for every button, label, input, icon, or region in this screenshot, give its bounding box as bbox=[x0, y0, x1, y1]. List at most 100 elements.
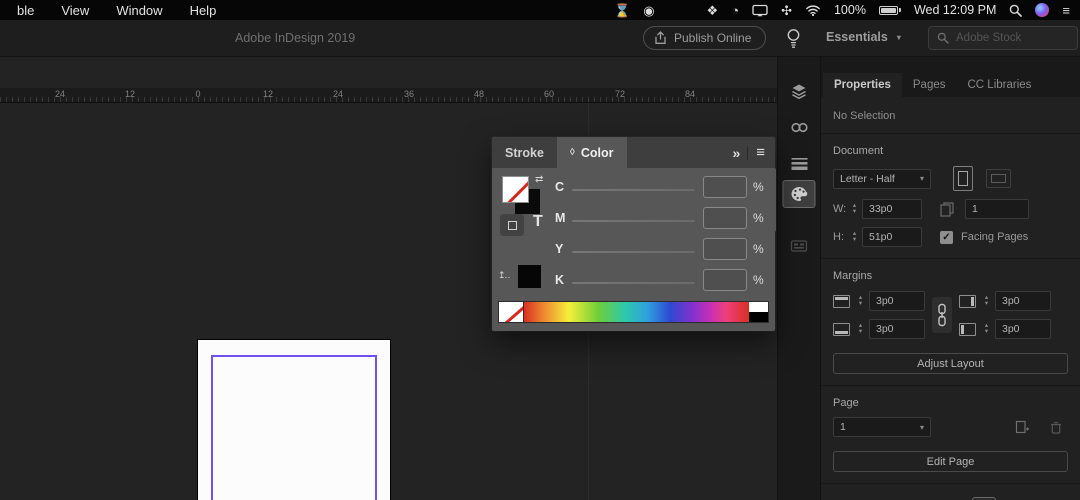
lightbulb-icon[interactable] bbox=[786, 27, 801, 49]
pages-panel-icon[interactable] bbox=[783, 77, 816, 105]
margins-right-column: ▴▾ ▴▾ bbox=[959, 291, 1051, 339]
width-stepper[interactable]: ▴▾ bbox=[849, 199, 860, 219]
top-margin-input[interactable] bbox=[869, 291, 925, 311]
spectrum-ramp[interactable] bbox=[524, 301, 749, 323]
sync-icon[interactable]: ◔ bbox=[731, 4, 739, 17]
white-black-swatches[interactable] bbox=[749, 301, 769, 323]
yellow-slider[interactable] bbox=[572, 251, 695, 253]
bottom-margin-stepper[interactable]: ▴▾ bbox=[855, 319, 866, 339]
page-count-group bbox=[940, 199, 1029, 219]
menu-item-help[interactable]: Help bbox=[190, 3, 217, 18]
step-down-icon[interactable]: ▾ bbox=[859, 301, 862, 307]
collapse-panel-icon[interactable]: » bbox=[732, 145, 739, 161]
tab-properties[interactable]: Properties bbox=[823, 73, 902, 97]
color-panel-icon[interactable] bbox=[783, 180, 816, 208]
yellow-value-input[interactable] bbox=[703, 238, 747, 260]
landscape-orientation-button[interactable] bbox=[986, 169, 1011, 188]
utility-icon[interactable]: ⌛ bbox=[614, 4, 630, 17]
adobe-stock-search[interactable] bbox=[928, 26, 1078, 50]
document-preset-row: Letter - Half ▾ bbox=[833, 166, 1068, 191]
adjust-layout-button[interactable]: Adjust Layout bbox=[833, 353, 1068, 374]
fan-icon[interactable]: ✣ bbox=[781, 4, 792, 17]
step-down-icon[interactable]: ▾ bbox=[853, 237, 856, 243]
height-label: H: bbox=[833, 231, 849, 243]
black-value-input[interactable] bbox=[703, 269, 747, 291]
height-stepper[interactable]: ▴▾ bbox=[849, 227, 860, 247]
width-input[interactable] bbox=[862, 199, 922, 219]
orientation-buttons bbox=[953, 166, 1011, 191]
facing-pages-checkbox[interactable]: ✓ bbox=[940, 231, 953, 244]
stock-search-input[interactable] bbox=[956, 32, 1056, 44]
cyan-label: C bbox=[555, 180, 564, 194]
black-slider[interactable] bbox=[572, 282, 695, 284]
outside-margin-input[interactable] bbox=[995, 319, 1051, 339]
publish-online-button[interactable]: Publish Online bbox=[643, 26, 766, 50]
notification-center-icon[interactable]: ≡ bbox=[1062, 4, 1070, 17]
edit-page-button[interactable]: Edit Page bbox=[833, 451, 1068, 472]
links-panel-icon[interactable] bbox=[783, 113, 816, 141]
black-swatch[interactable] bbox=[749, 312, 768, 322]
spotlight-search-icon[interactable] bbox=[1009, 4, 1022, 17]
airplay-display-icon[interactable] bbox=[752, 4, 768, 17]
yellow-slider-row: Y % bbox=[492, 238, 775, 262]
percent-label: % bbox=[753, 273, 764, 287]
page-size-select[interactable]: Letter - Half ▾ bbox=[833, 169, 931, 189]
yellow-label: Y bbox=[555, 242, 563, 256]
menu-item-view[interactable]: View bbox=[61, 3, 89, 18]
wifi-icon[interactable] bbox=[805, 4, 821, 16]
white-swatch[interactable] bbox=[749, 302, 768, 312]
current-page-select[interactable]: 1 ▾ bbox=[833, 417, 931, 437]
share-icon bbox=[654, 31, 667, 45]
lens-icon[interactable]: ◉ bbox=[643, 4, 654, 17]
delete-page-icon[interactable] bbox=[1050, 421, 1062, 434]
height-input[interactable] bbox=[862, 227, 922, 247]
menubar-clock[interactable]: Wed 12:09 PM bbox=[914, 3, 996, 17]
outside-margin-stepper[interactable]: ▴▾ bbox=[981, 319, 992, 339]
step-down-icon[interactable]: ▾ bbox=[985, 301, 988, 307]
tab-cc-libraries[interactable]: CC Libraries bbox=[957, 73, 1043, 97]
inside-margin-stepper[interactable]: ▴▾ bbox=[981, 291, 992, 311]
bottom-margin-input[interactable] bbox=[869, 319, 925, 339]
battery-icon[interactable] bbox=[879, 6, 901, 15]
magenta-value-input[interactable] bbox=[703, 207, 747, 229]
fill-swatch-none[interactable] bbox=[502, 176, 529, 203]
link-margins-toggle[interactable] bbox=[932, 297, 952, 333]
tab-color[interactable]: ◊ Color bbox=[557, 137, 627, 168]
color-panel-controls: » ≡ bbox=[732, 144, 775, 161]
workspace-switcher[interactable]: Essentials ▾ bbox=[826, 30, 901, 44]
portrait-orientation-button[interactable] bbox=[953, 166, 973, 191]
tab-stroke[interactable]: Stroke bbox=[492, 137, 557, 168]
cyan-slider[interactable] bbox=[572, 189, 695, 191]
cc-libraries-panel-icon[interactable] bbox=[783, 232, 816, 260]
facing-pages-label: Facing Pages bbox=[961, 231, 1028, 243]
step-down-icon[interactable]: ▾ bbox=[859, 329, 862, 335]
ruler-tick-label: 24 bbox=[55, 89, 65, 99]
cyan-value-input[interactable] bbox=[703, 176, 747, 198]
inside-margin-input[interactable] bbox=[995, 291, 1051, 311]
dock-scrollbar[interactable] bbox=[772, 168, 776, 232]
step-down-icon[interactable]: ▾ bbox=[853, 209, 856, 215]
color-spectrum-bar[interactable] bbox=[498, 301, 769, 323]
document-page[interactable] bbox=[197, 339, 391, 500]
page-count-input[interactable] bbox=[965, 199, 1029, 219]
siri-icon[interactable] bbox=[1035, 3, 1049, 17]
inside-margin-icon bbox=[959, 295, 976, 308]
add-page-icon[interactable] bbox=[1015, 420, 1029, 434]
color-panel-header[interactable]: Stroke ◊ Color » ≡ bbox=[492, 137, 775, 168]
macos-menubar: ble View Window Help ⌛ ◉ ❖ ◔ ✣ 100% Wed … bbox=[0, 0, 1080, 20]
none-color-swatch[interactable] bbox=[498, 301, 524, 323]
ruler-tick-label: 48 bbox=[474, 89, 484, 99]
outside-margin-icon bbox=[959, 323, 976, 336]
dropbox-icon[interactable]: ❖ bbox=[707, 4, 719, 17]
search-icon bbox=[937, 32, 949, 44]
menu-item-window[interactable]: Window bbox=[116, 3, 162, 18]
step-down-icon[interactable]: ▾ bbox=[985, 329, 988, 335]
horizontal-ruler[interactable]: 24 12 0 12 24 36 48 60 72 84 bbox=[0, 88, 777, 103]
stroke-panel-icon[interactable] bbox=[783, 149, 816, 177]
magenta-slider[interactable] bbox=[572, 220, 695, 222]
menu-item-table[interactable]: ble bbox=[17, 3, 34, 18]
tab-pages[interactable]: Pages bbox=[902, 73, 957, 97]
document-section-label: Document bbox=[833, 145, 1068, 157]
top-margin-stepper[interactable]: ▴▾ bbox=[855, 291, 866, 311]
panel-menu-icon[interactable]: ≡ bbox=[756, 144, 765, 161]
